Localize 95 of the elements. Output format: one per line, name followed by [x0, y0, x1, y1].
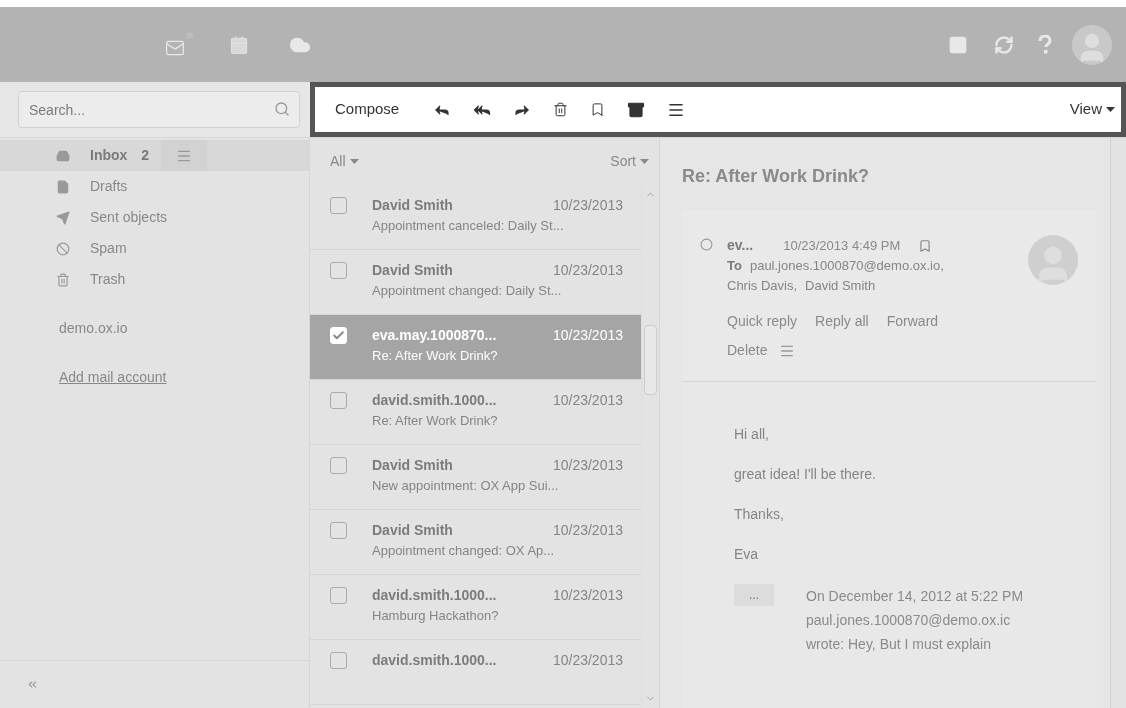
sort-dropdown[interactable]: Sort [610, 151, 649, 172]
folder-item[interactable]: Trash [0, 264, 309, 295]
refresh-icon[interactable] [994, 34, 1014, 55]
sender-name: David Smith [372, 196, 453, 215]
message-row[interactable]: David Smith 10/23/2013 New appointment: OX App Sui... [310, 445, 641, 510]
message-date: 10/23/2013 [552, 651, 623, 670]
message-subject: New appointment: OX App Sui... [372, 477, 560, 495]
unread-count: 2 [141, 146, 150, 165]
message-date: 10/23/2013 [552, 456, 623, 475]
message-action-link[interactable]: Quick reply [727, 311, 798, 332]
view-menu-button[interactable]: View [1069, 98, 1115, 121]
folder-label: Trash [90, 270, 126, 289]
message-datetime: 10/23/2013 4:49 PM [783, 236, 901, 255]
folder-item[interactable]: Sent objects [0, 202, 309, 233]
message-date: 10/23/2013 [552, 261, 623, 280]
message-date: 10/23/2013 [552, 196, 623, 215]
bookmark-icon[interactable] [590, 102, 606, 117]
sender-name: David Smith [372, 456, 453, 475]
recipient-name[interactable]: David Smith [805, 275, 876, 295]
sender-name: David Smith [372, 521, 453, 540]
checkbox[interactable] [330, 522, 347, 539]
message-subject: Re: After Work Drink? [372, 412, 499, 430]
sender-name: David Smith [372, 261, 453, 280]
message-date: 10/23/2013 [552, 586, 623, 605]
message-body-text: great idea! I'll be there. [734, 465, 877, 484]
caret-icon [1106, 107, 1115, 112]
folder-item[interactable]: Drafts [0, 171, 309, 202]
message-date: 10/23/2013 [552, 391, 623, 410]
message-title: Re: After Work Drink? [682, 165, 871, 188]
avatar-icon[interactable] [1072, 24, 1112, 65]
message-date: 10/23/2013 [552, 326, 623, 345]
message-subject: Re: After Work Drink? [372, 347, 499, 365]
checkbox[interactable] [330, 457, 347, 474]
checkbox[interactable] [330, 587, 347, 604]
calendar-icon[interactable] [229, 34, 249, 55]
recipient-name[interactable]: Chris Davis, [727, 275, 798, 295]
message-body-text: Eva [734, 545, 760, 564]
show-quoted-button[interactable]: ... [734, 584, 774, 606]
message-action-link[interactable]: Delete [727, 340, 768, 361]
sender-name: david.smith.1000... [372, 391, 497, 410]
checkmark-icon [332, 329, 345, 342]
paper-plane-icon [56, 210, 70, 225]
help-icon[interactable] [1038, 34, 1052, 55]
sender-name: david.smith.1000... [372, 586, 497, 605]
mail-icon[interactable] [165, 31, 193, 58]
message-body-text: Hi all, [734, 425, 770, 444]
folder-label: Drafts [90, 177, 128, 196]
message-action-link[interactable]: Reply all [815, 311, 869, 332]
sender-avatar [1028, 235, 1078, 285]
message-body-text: Thanks, [734, 505, 785, 524]
collapse-icon[interactable] [26, 678, 39, 691]
folder-label: Sent objects [90, 208, 168, 227]
sender-name: eva.may.1000870... [372, 326, 497, 345]
search-icon[interactable] [274, 101, 290, 117]
trash-icon[interactable] [553, 102, 569, 117]
checkbox[interactable] [330, 652, 347, 669]
message-row[interactable]: David Smith 10/23/2013 Appointment changed: OX Ap... [310, 510, 641, 575]
document-icon [56, 179, 70, 194]
folder-item[interactable]: Spam [0, 233, 309, 264]
message-row[interactable]: david.smith.1000... 10/23/2013 [310, 640, 641, 705]
sender-name[interactable]: ev... [727, 235, 754, 256]
checkbox[interactable] [330, 197, 347, 214]
message-subject: Appointment canceled: Daily St... [372, 217, 565, 235]
quoted-text: On December 14, 2012 at 5:22 PM paul.jones.1000870@demo.ox.ic wrote: Hey, But I must explain [806, 587, 1025, 654]
message-subject: Appointment changed: OX Ap... [372, 542, 556, 560]
scrollbar[interactable] [641, 185, 659, 708]
folder-label: Spam [90, 239, 127, 258]
folder-item[interactable]: Inbox 2 [0, 140, 309, 171]
caret-icon [349, 159, 359, 164]
message-row[interactable]: eva.may.1000870... 10/23/2013 Re: After Work Drink? [310, 315, 641, 380]
checkbox[interactable] [330, 392, 347, 409]
filter-dropdown[interactable]: All [330, 151, 359, 172]
message-row[interactable]: david.smith.1000... 10/23/2013 Re: After Work Drink? [310, 380, 641, 445]
message-subject: Hamburg Hackathon? [372, 607, 500, 625]
message-subject: Appointment changed: Daily St... [372, 282, 563, 300]
to-label: To [727, 257, 742, 275]
recipient-name[interactable]: paul.jones.1000870@demo.ox.io, [749, 256, 944, 276]
folder-label: Inbox [90, 146, 128, 165]
checkbox[interactable] [330, 262, 347, 279]
compose-button[interactable]: Compose [335, 98, 400, 121]
add-account-link[interactable]: Add mail account [59, 369, 167, 385]
unread-marker-icon[interactable] [700, 238, 713, 251]
message-row[interactable]: david.smith.1000... 10/23/2013 Hamburg Hackathon? [310, 575, 641, 640]
sender-name: david.smith.1000... [372, 651, 497, 670]
account-name: demo.ox.io [58, 319, 129, 338]
search-field[interactable]: Search... [18, 91, 300, 128]
scrollbar-thumb[interactable] [644, 325, 657, 395]
blocked-icon [56, 241, 70, 256]
archive-icon[interactable] [627, 100, 646, 119]
trash-icon [56, 272, 70, 287]
message-row[interactable]: David Smith 10/23/2013 Appointment canceled: Daily St... [310, 185, 641, 250]
caret-icon [640, 159, 649, 164]
inbox-icon [56, 148, 70, 163]
message-action-link[interactable]: Forward [886, 311, 939, 332]
message-date: 10/23/2013 [552, 521, 623, 540]
